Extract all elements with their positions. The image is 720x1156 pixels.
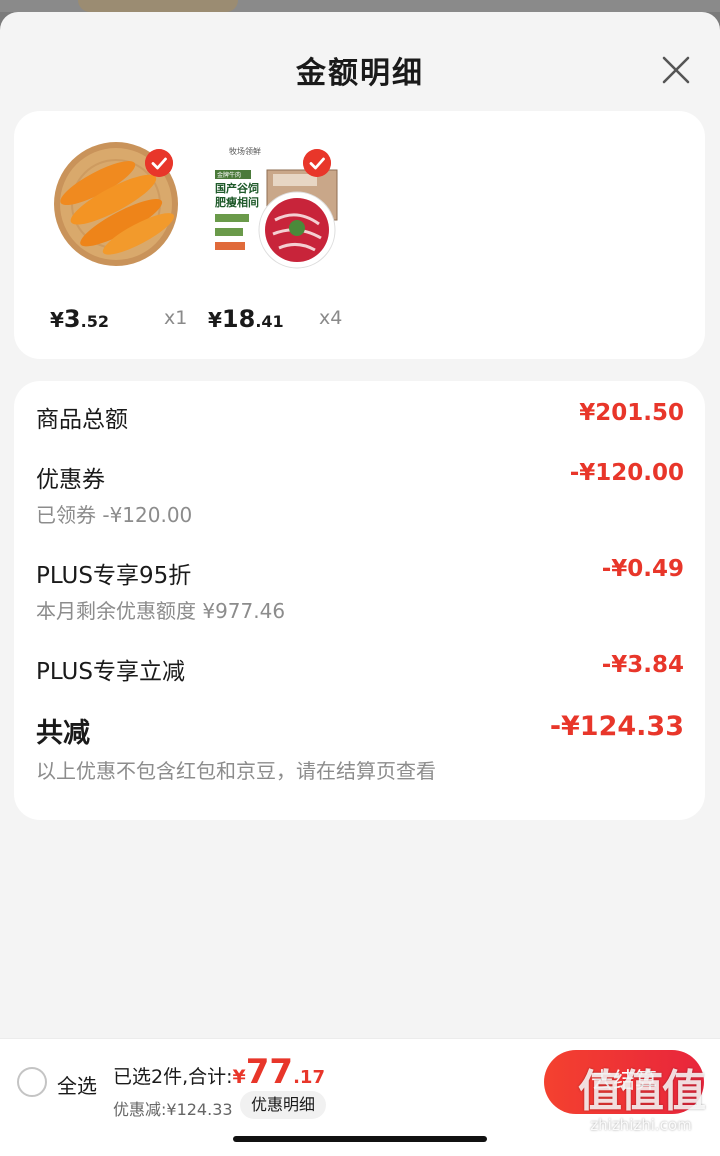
plus-discount-value: -¥0.49 <box>601 556 684 582</box>
close-icon[interactable] <box>656 50 696 90</box>
product-quantity: x1 <box>164 307 188 329</box>
product-item-beef[interactable]: 牧场领鲜 金牌牛肉 国产谷饲 肥瘦相间 <box>205 132 355 322</box>
total-reduce-value: -¥124.33 <box>549 711 684 742</box>
total-currency: ¥ <box>232 1066 246 1088</box>
background-page-strip <box>0 0 720 12</box>
background-product-peek <box>78 0 238 12</box>
product-price: ¥18.41 <box>208 305 284 333</box>
product-price: ¥3.52 <box>50 305 109 333</box>
total-reduce-label: 共减 <box>36 718 90 749</box>
sheet-title: 金额明细 <box>296 56 424 91</box>
amount-detail-sheet: 金额明细 ¥3.52 x1 牧场领鲜 金牌牛肉 国产谷饲 肥瘦相间 ¥18.41… <box>0 12 720 1155</box>
checkmark-icon[interactable] <box>303 149 331 177</box>
total-amount-integer: 77 <box>245 1052 294 1092</box>
home-indicator[interactable] <box>233 1136 487 1142</box>
product-quantity: x4 <box>319 307 343 329</box>
goods-total-label: 商品总额 <box>36 407 128 433</box>
discount-detail-button[interactable]: 优惠明细 <box>240 1091 327 1119</box>
selected-count-text: 已选2件,合计: <box>113 1066 233 1088</box>
svg-text:国产谷饲: 国产谷饲 <box>215 181 259 195</box>
goods-total-value: ¥201.50 <box>579 400 684 426</box>
plus-reduce-value: -¥3.84 <box>601 652 684 678</box>
product-item-carrot[interactable] <box>48 132 198 322</box>
checkout-button[interactable]: 去结算 <box>544 1050 704 1114</box>
total-reduce-note: 以上优惠不包含红包和京豆，请在结算页查看 <box>36 759 436 783</box>
discount-summary: 优惠减:¥124.33 <box>113 1100 233 1119</box>
select-all-label[interactable]: 全选 <box>57 1070 97 1099</box>
total-amount-decimal: .17 <box>293 1067 325 1088</box>
coupon-value: -¥120.00 <box>569 460 684 486</box>
select-all-checkbox[interactable] <box>17 1067 47 1097</box>
svg-text:牧场领鲜: 牧场领鲜 <box>229 146 261 156</box>
plus-discount-label: PLUS专享95折 <box>36 563 192 589</box>
coupon-sub-text: 已领券 -¥120.00 <box>36 503 193 527</box>
selected-summary: 已选2件,合计:¥77.17 <box>113 1052 325 1092</box>
svg-text:肥瘦相间: 肥瘦相间 <box>215 195 259 209</box>
svg-text:金牌牛肉: 金牌牛肉 <box>217 171 241 179</box>
plus-reduce-label: PLUS专享立减 <box>36 659 185 685</box>
plus-quota-sub-text: 本月剩余优惠额度 ¥977.46 <box>36 599 286 623</box>
coupon-label: 优惠券 <box>36 467 105 493</box>
checkmark-icon[interactable] <box>145 149 173 177</box>
